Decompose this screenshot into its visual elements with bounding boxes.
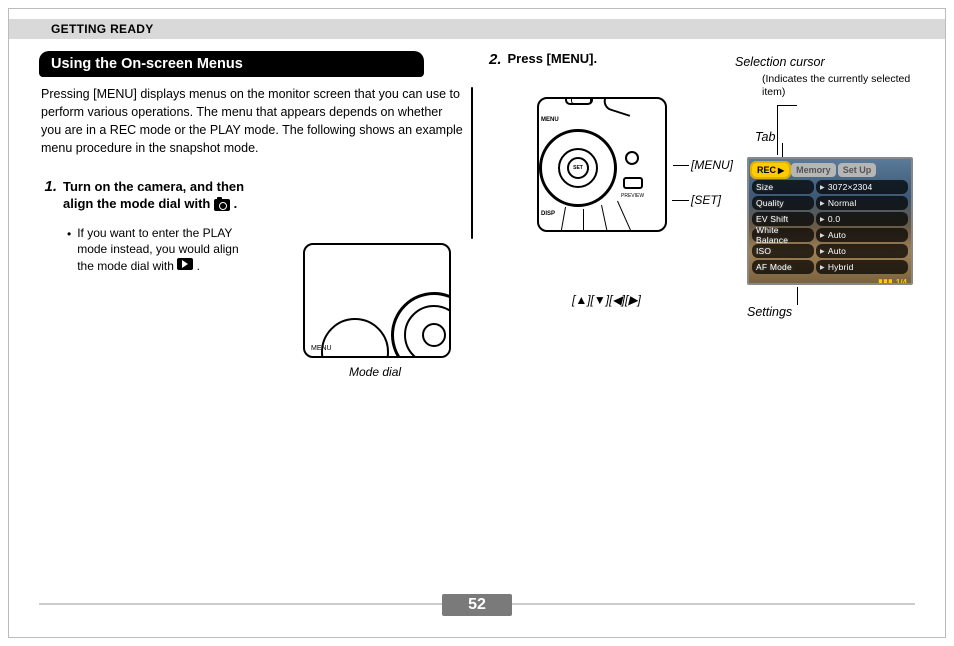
intro-paragraph: Pressing [MENU] displays menus on the mo…	[39, 85, 477, 158]
tab-rec: REC▶	[752, 163, 789, 177]
left-column: Using the On-screen Menus Pressing [MENU…	[39, 45, 477, 275]
menu-rows: Size3072×2304 QualityNormal EV Shift0.0 …	[749, 180, 911, 274]
leader-line	[797, 287, 798, 305]
menu-screenshot: REC▶ Memory Set Up Size3072×2304 Quality…	[747, 157, 913, 285]
content-columns: Using the On-screen Menus Pressing [MENU…	[9, 39, 945, 275]
diagram-shape	[321, 318, 389, 358]
mode-dial-shape	[391, 292, 451, 358]
top-button-shape	[565, 97, 593, 105]
battery-icon: ▮▮▮	[878, 277, 893, 285]
page-number: 52	[442, 594, 512, 616]
step-1: 1. Turn on the camera, and then align th…	[39, 178, 477, 213]
lamp-shape	[625, 151, 639, 165]
selection-cursor-sublabel: (Indicates the currently selected item)	[762, 73, 915, 98]
step-1-number: 1.	[39, 178, 57, 213]
row-iso-key: ISO	[752, 244, 814, 258]
step-2-number: 2.	[489, 51, 502, 68]
leader-line	[673, 165, 689, 166]
row-iso-val: Auto	[816, 244, 908, 258]
step-1-bullet: • If you want to enter the PLAY mode ins…	[39, 225, 249, 275]
step-1-text-b: .	[234, 196, 238, 211]
row-afmode-val: Hybrid	[816, 260, 908, 274]
leader-line	[777, 105, 778, 155]
arrow-keys-callout: [▲][▼][◀][▶]	[572, 293, 641, 307]
step-2: 2. Press [MENU].	[477, 51, 915, 68]
row-wb-key: White Balance	[752, 228, 814, 242]
tab-memory: Memory	[791, 163, 836, 177]
row-afmode-key: AF Mode	[752, 260, 814, 274]
row-evshift-val: 0.0	[816, 212, 908, 226]
disp-mark: DISP	[541, 211, 555, 217]
right-column: 2. Press [MENU]. SET MENU DISP PREVIEW	[477, 45, 915, 275]
diagram-menu-label: MENU	[311, 345, 332, 352]
preview-mark: PREVIEW	[621, 193, 644, 199]
camera-icon	[214, 199, 230, 211]
menu-mark: MENU	[541, 117, 559, 123]
tab-label: Tab	[755, 130, 775, 144]
leader-line	[672, 200, 689, 201]
menu-page-indicator: ▮▮▮ 1/4	[749, 276, 911, 285]
section-title: Using the On-screen Menus	[39, 51, 424, 77]
bullet-dot: •	[67, 225, 71, 275]
mode-dial-diagram: MENU	[303, 243, 451, 358]
control-pad-diagram: SET MENU DISP PREVIEW	[537, 97, 667, 232]
page-footer: 52	[9, 603, 945, 627]
row-size-key: Size	[752, 180, 814, 194]
leader-line	[782, 143, 783, 157]
tab-setup: Set Up	[838, 163, 877, 177]
step-1-bullet-text: If you want to enter the PLAY mode inste…	[77, 225, 249, 275]
leader-line	[777, 105, 797, 106]
mode-dial-caption: Mode dial	[349, 365, 401, 379]
step-1-text: Turn on the camera, and then align the m…	[63, 178, 273, 213]
row-evshift-key: EV Shift	[752, 212, 814, 226]
row-size-val: 3072×2304	[816, 180, 908, 194]
step-2-text: Press [MENU].	[508, 51, 598, 68]
row-quality-val: Normal	[816, 196, 908, 210]
set-button-shape: SET	[567, 157, 589, 179]
settings-label: Settings	[747, 305, 792, 319]
selection-cursor-label: Selection cursor	[735, 55, 825, 69]
row-wb-val: Auto	[816, 228, 908, 242]
preview-button-shape	[623, 177, 643, 189]
menu-tabs: REC▶ Memory Set Up	[749, 159, 911, 180]
row-quality-key: Quality	[752, 196, 814, 210]
page-frame: GETTING READY Using the On-screen Menus …	[8, 8, 946, 638]
set-callout: [SET]	[691, 193, 721, 207]
section-header-bar: GETTING READY	[9, 19, 945, 39]
menu-callout: [MENU]	[691, 158, 733, 172]
playback-icon	[177, 258, 193, 270]
section-header: GETTING READY	[51, 22, 154, 36]
